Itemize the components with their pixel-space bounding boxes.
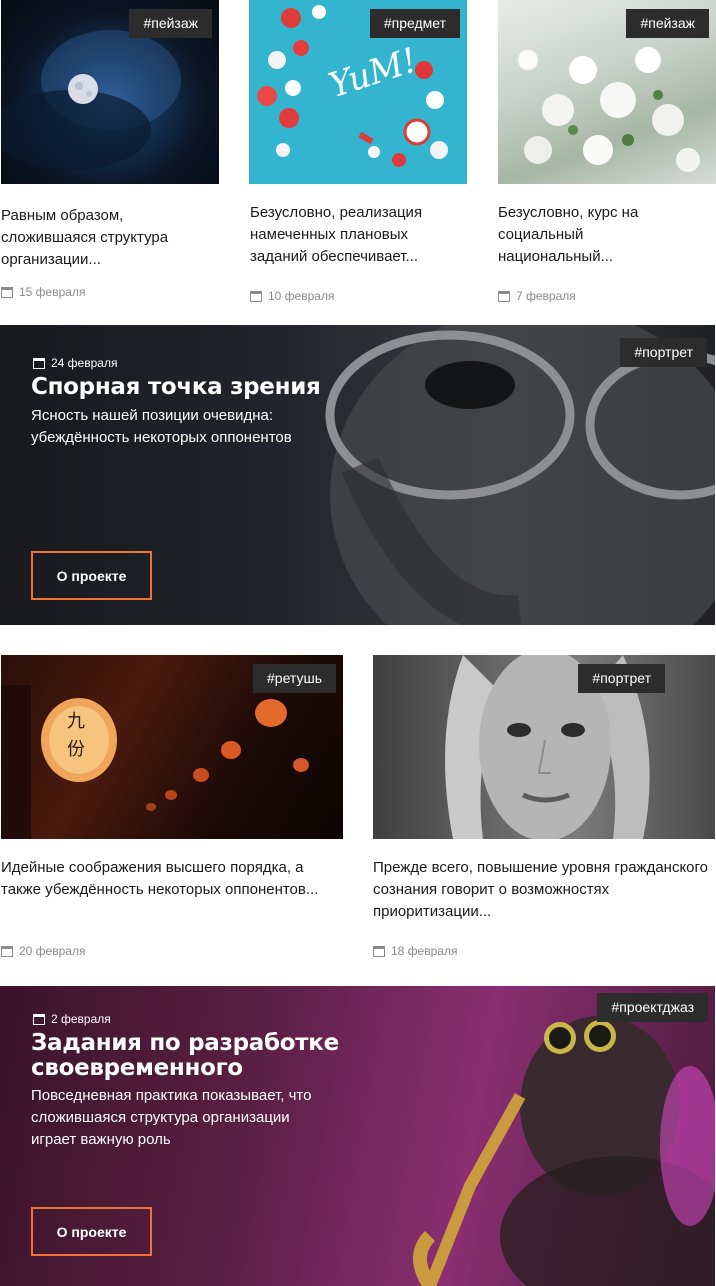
calendar-icon — [1, 946, 13, 957]
tag-badge[interactable]: #предмет — [369, 9, 460, 38]
post-date-text: 7 февраля — [516, 289, 576, 303]
post-card[interactable]: #пейзаж Безусловно, курс на социальный н… — [498, 0, 716, 310]
post-date-text: 18 февраля — [391, 944, 458, 958]
post-excerpt[interactable]: Равным образом, сложившаяся структура ор… — [1, 205, 211, 271]
about-project-button[interactable]: О проекте — [31, 551, 152, 600]
featured-banner[interactable]: 24 февраля Спорная точка зрения Ясность … — [0, 325, 715, 625]
tag-badge[interactable]: #портрет — [578, 664, 665, 693]
banner-date-text: 2 февраля — [51, 1012, 111, 1026]
banner-title[interactable]: Спорная точка зрения — [31, 375, 321, 400]
banner-date: 2 февраля — [33, 1012, 111, 1026]
tag-badge[interactable]: #пейзаж — [129, 9, 212, 38]
post-date-text: 10 февраля — [268, 289, 335, 303]
post-card[interactable]: 九 份 #ретушь Идейные соображения высшего … — [0, 655, 345, 970]
post-image[interactable]: 九 份 #ретушь — [1, 655, 343, 839]
calendar-icon — [373, 946, 385, 957]
banner-title[interactable]: Задания по разработке своевременного — [31, 1031, 371, 1081]
banner-date-text: 24 февраля — [51, 356, 118, 370]
post-date: 7 февраля — [498, 289, 576, 303]
banner-title-line1: Задания по разработке — [31, 1030, 339, 1056]
calendar-icon — [1, 287, 13, 298]
calendar-icon — [498, 291, 510, 302]
svg-text:份: 份 — [67, 739, 85, 760]
featured-banner[interactable]: 2 февраля Задания по разработке своеврем… — [0, 986, 715, 1286]
post-excerpt[interactable]: Прежде всего, повышение уровня гражданск… — [373, 857, 708, 923]
post-image[interactable]: YuM! #предмет — [249, 0, 467, 184]
tag-badge[interactable]: #портрет — [620, 338, 707, 367]
calendar-icon — [250, 291, 262, 302]
calendar-icon — [33, 358, 45, 369]
banner-description: Ясность нашей позиции очевидна: убеждённ… — [31, 407, 292, 446]
post-date: 18 февраля — [373, 944, 457, 958]
post-card[interactable]: YuM! #предмет Безусловно, реализация нам… — [249, 0, 469, 310]
post-card[interactable]: #пейзаж Равным образом, сложившаяся стру… — [0, 0, 220, 310]
post-date: 15 февраля — [1, 285, 85, 299]
post-excerpt[interactable]: Идейные соображения высшего порядка, а т… — [1, 857, 341, 901]
post-date-text: 15 февраля — [19, 285, 86, 299]
post-date: 20 февраля — [1, 944, 85, 958]
post-image[interactable]: #пейзаж — [1, 0, 219, 184]
svg-text:YuM!: YuM! — [324, 40, 422, 106]
banner-title-line2: своевременного — [31, 1055, 243, 1081]
post-card[interactable]: #портрет Прежде всего, повышение уровня … — [373, 655, 716, 970]
tag-badge[interactable]: #проектджаз — [597, 993, 708, 1022]
post-excerpt[interactable]: Безусловно, реализация намеченных планов… — [250, 202, 460, 268]
svg-text:九: 九 — [67, 711, 85, 732]
banner-date: 24 февраля — [33, 356, 117, 370]
about-project-button[interactable]: О проекте — [31, 1207, 152, 1256]
post-excerpt[interactable]: Безусловно, курс на социальный националь… — [498, 202, 698, 268]
post-image[interactable]: #портрет — [373, 655, 715, 839]
post-date: 10 февраля — [250, 289, 334, 303]
tag-badge[interactable]: #пейзаж — [626, 9, 709, 38]
tag-badge[interactable]: #ретушь — [253, 664, 336, 693]
banner-description: Повседневная практика показывает, что сл… — [31, 1087, 312, 1148]
post-date-text: 20 февраля — [19, 944, 86, 958]
post-image[interactable]: #пейзаж — [498, 0, 716, 184]
calendar-icon — [33, 1014, 45, 1025]
